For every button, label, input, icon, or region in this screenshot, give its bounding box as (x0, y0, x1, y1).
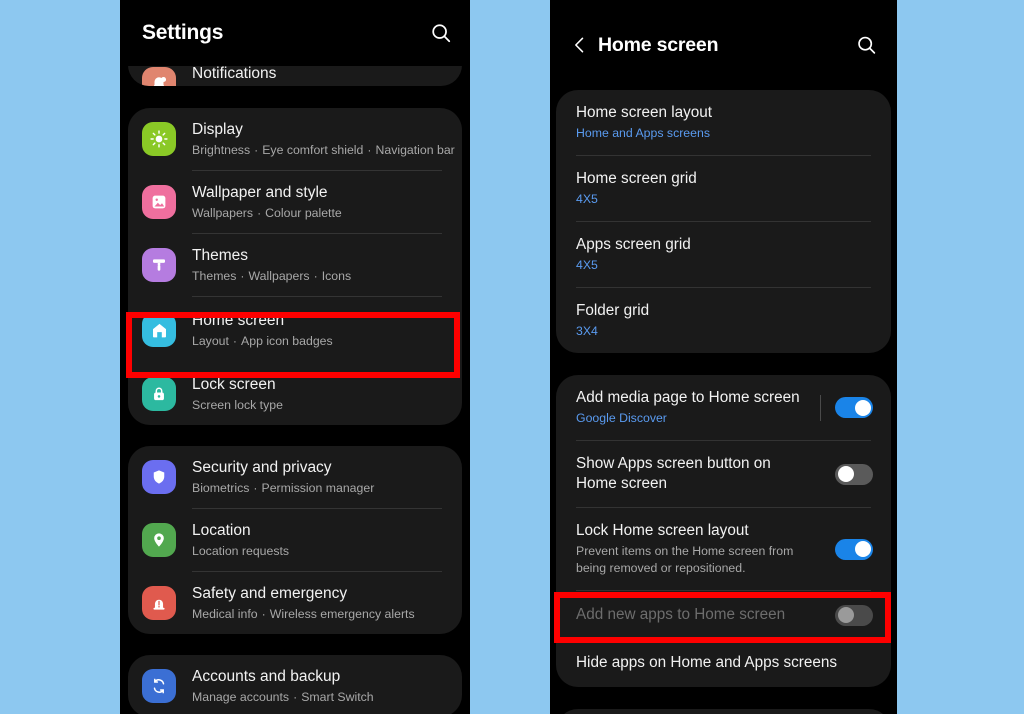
row-description: Prevent items on the Home screen from be… (576, 544, 794, 575)
group-spacer (120, 634, 470, 655)
row-value: 4X5 (576, 258, 598, 272)
row-title: Themes (192, 246, 248, 264)
row-subtitle: Medical info · Wireless emergency alerts (192, 606, 415, 621)
row-subtitle: Screen lock type (192, 397, 283, 412)
row-title: Home screen layout (576, 104, 713, 121)
home-row-add-media-page[interactable]: Add media page to Home screen Google Dis… (556, 375, 891, 440)
settings-row-security-and-privacy[interactable]: Security and privacy Biometrics · Permissi… (128, 446, 462, 508)
pin-icon (142, 523, 176, 557)
row-title: Hide apps on Home and Apps screens (576, 654, 838, 671)
row-title: Wallpaper and style (192, 183, 328, 201)
home-group-badges: App icon badges Show with number (556, 709, 891, 714)
group-spacer (550, 353, 897, 375)
page-title: Home screen (598, 33, 719, 56)
siren-icon (142, 586, 176, 620)
home-screen-header: Home screen (550, 0, 897, 90)
row-title: Add new apps to Home screen (576, 606, 786, 623)
chevron-left-icon[interactable] (570, 35, 590, 55)
toggle-container (823, 463, 873, 485)
add-new-apps-toggle (835, 604, 873, 626)
row-value: Google Discover (576, 411, 667, 425)
settings-group-security: Security and privacy Biometrics · Permissi… (128, 446, 462, 634)
paint-roller-icon (142, 248, 176, 282)
row-title: Safety and emergency (192, 584, 348, 602)
row-title: Apps screen grid (576, 236, 691, 253)
toggle-separator (820, 394, 821, 421)
toggle-container (808, 394, 873, 421)
settings-group-display: Display Brightness · Eye comfort shield · Na… (128, 108, 462, 425)
group-spacer (550, 687, 897, 709)
home-row-home-screen-grid[interactable]: Home screen grid 4X5 (556, 156, 891, 221)
search-icon[interactable] (430, 22, 452, 44)
right-phone-panel: Home screen Home screen layout Home and … (550, 0, 897, 714)
row-subtitle: Layout · App icon badges (192, 333, 333, 348)
row-title: Home screen grid (576, 170, 697, 187)
home-row-hide-apps[interactable]: Hide apps on Home and Apps screens (556, 639, 891, 687)
home-row-apps-screen-grid[interactable]: Apps screen grid 4X5 (556, 222, 891, 287)
settings-row-display[interactable]: Display Brightness · Eye comfort shield · Na… (128, 108, 462, 170)
settings-group-notifications: Notifications Status bar·Do not disturb (128, 44, 462, 86)
toggle-container (823, 538, 873, 560)
home-row-add-new-apps: Add new apps to Home screen (556, 591, 891, 639)
home-group-toggles: Add media page to Home screen Google Dis… (556, 375, 891, 687)
search-icon[interactable] (856, 35, 877, 56)
group-spacer (120, 425, 470, 446)
toggle-knob (837, 607, 854, 623)
settings-row-location[interactable]: Location Location requests (128, 509, 462, 571)
row-subtitle: Brightness · Eye comfort shield · Navigation… (192, 142, 455, 157)
row-subtitle: Status bar·Do not disturb (192, 85, 448, 86)
home-row-lock-home-screen-layout[interactable]: Lock Home screen layout Prevent items on… (556, 508, 891, 590)
lock-icon (142, 377, 176, 411)
row-title: Security and privacy (192, 458, 332, 476)
screenshot-stage: Settings Notifications Status bar·Do not… (0, 0, 1024, 714)
row-subtitle: Wallpapers · Colour palette (192, 205, 342, 220)
page-title: Settings (142, 21, 224, 44)
lock-home-screen-layout-toggle[interactable] (835, 538, 873, 560)
settings-row-accounts-and-backup[interactable]: Accounts and backup Manage accounts · Smar… (128, 655, 462, 714)
toggle-knob (854, 541, 871, 557)
row-title: Location (192, 521, 251, 539)
add-media-page-toggle[interactable] (835, 397, 873, 418)
settings-row-notifications[interactable]: Notifications Status bar·Do not disturb (128, 44, 462, 86)
toggle-knob (854, 399, 871, 416)
settings-row-wallpaper-and-style[interactable]: Wallpaper and style Wallpapers · Colour pa… (128, 171, 462, 233)
left-phone-panel: Settings Notifications Status bar·Do not… (120, 0, 470, 714)
row-title: Accounts and backup (192, 667, 341, 685)
settings-row-lock-screen[interactable]: Lock screen Screen lock type (128, 363, 462, 425)
settings-row-themes[interactable]: Themes Themes · Wallpapers · Icons (128, 234, 462, 296)
settings-row-safety-and-emergency[interactable]: Safety and emergency Medical info · Wirele… (128, 572, 462, 634)
row-value: Home and Apps screens (576, 126, 710, 140)
row-title: Lock screen (192, 375, 276, 393)
toggle-knob (837, 466, 854, 482)
shield-icon (142, 460, 176, 494)
home-row-home-screen-layout[interactable]: Home screen layout Home and Apps screens (556, 90, 891, 155)
row-subtitle: Manage accounts · Smart Switch (192, 689, 374, 704)
row-title: Home screen (192, 311, 285, 329)
home-row-folder-grid[interactable]: Folder grid 3X4 (556, 288, 891, 353)
brightness-icon (142, 122, 176, 156)
row-title: Display (192, 120, 243, 138)
row-title: Notifications (192, 65, 277, 82)
show-apps-screen-button-toggle[interactable] (835, 463, 873, 485)
home-group-layout: Home screen layout Home and Apps screens… (556, 90, 891, 353)
home-row-show-apps-screen-button[interactable]: Show Apps screen button on Home screen (556, 441, 891, 507)
row-value: 4X5 (576, 192, 598, 206)
bell-icon (142, 66, 176, 86)
row-value: 3X4 (576, 324, 598, 338)
home-icon (142, 313, 176, 347)
row-subtitle: Biometrics · Permission manager (192, 480, 375, 495)
row-subtitle: Themes · Wallpapers · Icons (192, 268, 352, 283)
row-title: Add media page to Home screen (576, 389, 800, 406)
row-subtitle: Location requests (192, 543, 290, 558)
row-title: Folder grid (576, 302, 650, 319)
group-spacer (120, 86, 470, 108)
sync-icon (142, 669, 176, 703)
image-icon (142, 185, 176, 219)
settings-group-accounts: Accounts and backup Manage accounts · Smar… (128, 655, 462, 714)
settings-row-home-screen[interactable]: Home screen Layout · App icon badges (128, 297, 462, 363)
home-row-app-icon-badges[interactable]: App icon badges Show with number (556, 709, 891, 714)
row-title: Show Apps screen button on Home screen (576, 455, 771, 492)
row-title: Lock Home screen layout (576, 522, 749, 539)
toggle-container (823, 604, 873, 626)
